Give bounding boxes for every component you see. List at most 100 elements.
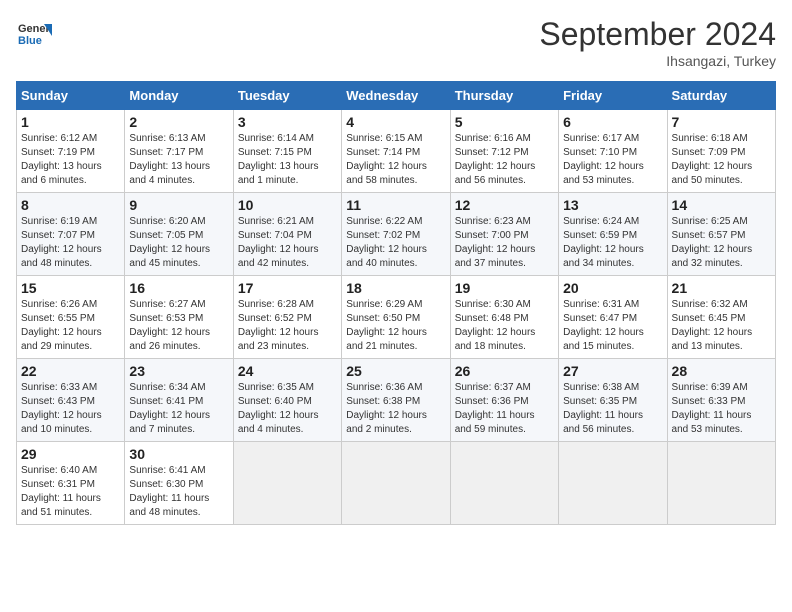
day-info: Sunrise: 6:23 AMSunset: 7:00 PMDaylight:… xyxy=(455,215,554,271)
calendar-week-row: 22 Sunrise: 6:33 AMSunset: 6:43 PMDayligh… xyxy=(17,359,776,442)
day-info: Sunrise: 6:30 AMSunset: 6:48 PMDaylight:… xyxy=(455,298,554,354)
day-number: 20 xyxy=(563,280,662,296)
day-number: 15 xyxy=(21,280,120,296)
day-info: Sunrise: 6:18 AMSunset: 7:09 PMDaylight:… xyxy=(672,132,771,188)
calendar-cell: 15 Sunrise: 6:26 AMSunset: 6:55 PMDayligh… xyxy=(17,276,125,359)
weekday-header-monday: Monday xyxy=(125,82,233,110)
day-number: 12 xyxy=(455,197,554,213)
calendar-cell: 6Sunrise: 6:17 AMSunset: 7:10 PMDaylight… xyxy=(559,110,667,193)
weekday-header-wednesday: Wednesday xyxy=(342,82,450,110)
calendar-cell: 30 Sunrise: 6:41 AMSunset: 6:30 PMDayligh… xyxy=(125,442,233,525)
day-info: Sunrise: 6:24 AMSunset: 6:59 PMDaylight:… xyxy=(563,215,662,271)
weekday-header-saturday: Saturday xyxy=(667,82,775,110)
day-number: 13 xyxy=(563,197,662,213)
day-info: Sunrise: 6:39 AMSunset: 6:33 PMDaylight:… xyxy=(672,381,771,437)
weekday-header-sunday: Sunday xyxy=(17,82,125,110)
day-number: 16 xyxy=(129,280,228,296)
calendar-cell: 22 Sunrise: 6:33 AMSunset: 6:43 PMDayligh… xyxy=(17,359,125,442)
calendar-week-row: 29 Sunrise: 6:40 AMSunset: 6:31 PMDayligh… xyxy=(17,442,776,525)
day-info: Sunrise: 6:38 AMSunset: 6:35 PMDaylight:… xyxy=(563,381,662,437)
day-info: Sunrise: 6:13 AMSunset: 7:17 PMDaylight:… xyxy=(129,132,228,188)
calendar-cell: 9Sunrise: 6:20 AMSunset: 7:05 PMDaylight… xyxy=(125,193,233,276)
logo: General Blue xyxy=(16,16,52,52)
calendar-cell: 18Sunrise: 6:29 AMSunset: 6:50 PMDayligh… xyxy=(342,276,450,359)
calendar-cell: 27Sunrise: 6:38 AMSunset: 6:35 PMDayligh… xyxy=(559,359,667,442)
calendar-cell: 10Sunrise: 6:21 AMSunset: 7:04 PMDayligh… xyxy=(233,193,341,276)
location-subtitle: Ihsangazi, Turkey xyxy=(539,53,776,69)
day-info: Sunrise: 6:33 AMSunset: 6:43 PMDaylight:… xyxy=(21,381,120,437)
calendar-cell: 5Sunrise: 6:16 AMSunset: 7:12 PMDaylight… xyxy=(450,110,558,193)
calendar-cell xyxy=(667,442,775,525)
day-info: Sunrise: 6:32 AMSunset: 6:45 PMDaylight:… xyxy=(672,298,771,354)
day-info: Sunrise: 6:14 AMSunset: 7:15 PMDaylight:… xyxy=(238,132,337,188)
calendar-cell: 12 Sunrise: 6:23 AMSunset: 7:00 PMDayligh… xyxy=(450,193,558,276)
day-number: 21 xyxy=(672,280,771,296)
day-info: Sunrise: 6:26 AMSunset: 6:55 PMDaylight:… xyxy=(21,298,120,354)
calendar-table: SundayMondayTuesdayWednesdayThursdayFrid… xyxy=(16,81,776,525)
day-info: Sunrise: 6:28 AMSunset: 6:52 PMDaylight:… xyxy=(238,298,337,354)
day-info: Sunrise: 6:17 AMSunset: 7:10 PMDaylight:… xyxy=(563,132,662,188)
calendar-cell: 3 Sunrise: 6:14 AMSunset: 7:15 PMDaylight… xyxy=(233,110,341,193)
calendar-cell xyxy=(450,442,558,525)
day-info: Sunrise: 6:36 AMSunset: 6:38 PMDaylight:… xyxy=(346,381,445,437)
page-header: General Blue September 2024 Ihsangazi, T… xyxy=(16,16,776,69)
calendar-cell xyxy=(559,442,667,525)
calendar-cell: 25 Sunrise: 6:36 AMSunset: 6:38 PMDayligh… xyxy=(342,359,450,442)
day-info: Sunrise: 6:41 AMSunset: 6:30 PMDaylight:… xyxy=(129,464,228,520)
calendar-cell: 16Sunrise: 6:27 AMSunset: 6:53 PMDayligh… xyxy=(125,276,233,359)
calendar-cell: 24 Sunrise: 6:35 AMSunset: 6:40 PMDayligh… xyxy=(233,359,341,442)
day-info: Sunrise: 6:34 AMSunset: 6:41 PMDaylight:… xyxy=(129,381,228,437)
day-number: 11 xyxy=(346,197,445,213)
day-info: Sunrise: 6:25 AMSunset: 6:57 PMDaylight:… xyxy=(672,215,771,271)
calendar-cell: 13 Sunrise: 6:24 AMSunset: 6:59 PMDayligh… xyxy=(559,193,667,276)
calendar-cell xyxy=(342,442,450,525)
day-number: 28 xyxy=(672,363,771,379)
calendar-cell: 7 Sunrise: 6:18 AMSunset: 7:09 PMDaylight… xyxy=(667,110,775,193)
calendar-cell: 29 Sunrise: 6:40 AMSunset: 6:31 PMDayligh… xyxy=(17,442,125,525)
weekday-header-row: SundayMondayTuesdayWednesdayThursdayFrid… xyxy=(17,82,776,110)
day-number: 8 xyxy=(21,197,120,213)
day-info: Sunrise: 6:22 AMSunset: 7:02 PMDaylight:… xyxy=(346,215,445,271)
day-info: Sunrise: 6:31 AMSunset: 6:47 PMDaylight:… xyxy=(563,298,662,354)
calendar-cell: 28 Sunrise: 6:39 AMSunset: 6:33 PMDayligh… xyxy=(667,359,775,442)
day-number: 10 xyxy=(238,197,337,213)
day-info: Sunrise: 6:37 AMSunset: 6:36 PMDaylight:… xyxy=(455,381,554,437)
day-number: 24 xyxy=(238,363,337,379)
day-number: 30 xyxy=(129,446,228,462)
calendar-cell: 19 Sunrise: 6:30 AMSunset: 6:48 PMDayligh… xyxy=(450,276,558,359)
day-info: Sunrise: 6:19 AMSunset: 7:07 PMDaylight:… xyxy=(21,215,120,271)
calendar-cell xyxy=(233,442,341,525)
day-number: 29 xyxy=(21,446,120,462)
calendar-cell: 21 Sunrise: 6:32 AMSunset: 6:45 PMDayligh… xyxy=(667,276,775,359)
day-info: Sunrise: 6:20 AMSunset: 7:05 PMDaylight:… xyxy=(129,215,228,271)
day-number: 22 xyxy=(21,363,120,379)
day-number: 4 xyxy=(346,114,445,130)
calendar-cell: 4Sunrise: 6:15 AMSunset: 7:14 PMDaylight… xyxy=(342,110,450,193)
weekday-header-friday: Friday xyxy=(559,82,667,110)
day-number: 3 xyxy=(238,114,337,130)
calendar-cell: 11 Sunrise: 6:22 AMSunset: 7:02 PMDayligh… xyxy=(342,193,450,276)
day-number: 26 xyxy=(455,363,554,379)
day-number: 23 xyxy=(129,363,228,379)
day-number: 25 xyxy=(346,363,445,379)
logo-icon: General Blue xyxy=(16,16,52,52)
title-block: September 2024 Ihsangazi, Turkey xyxy=(539,16,776,69)
calendar-cell: 14Sunrise: 6:25 AMSunset: 6:57 PMDayligh… xyxy=(667,193,775,276)
day-info: Sunrise: 6:16 AMSunset: 7:12 PMDaylight:… xyxy=(455,132,554,188)
calendar-cell: 20 Sunrise: 6:31 AMSunset: 6:47 PMDayligh… xyxy=(559,276,667,359)
day-number: 1 xyxy=(21,114,120,130)
month-title: September 2024 xyxy=(539,16,776,53)
day-info: Sunrise: 6:35 AMSunset: 6:40 PMDaylight:… xyxy=(238,381,337,437)
calendar-header: SundayMondayTuesdayWednesdayThursdayFrid… xyxy=(17,82,776,110)
calendar-cell: 8 Sunrise: 6:19 AMSunset: 7:07 PMDaylight… xyxy=(17,193,125,276)
calendar-week-row: 8 Sunrise: 6:19 AMSunset: 7:07 PMDaylight… xyxy=(17,193,776,276)
calendar-week-row: 1Sunrise: 6:12 AMSunset: 7:19 PMDaylight… xyxy=(17,110,776,193)
day-number: 19 xyxy=(455,280,554,296)
day-number: 7 xyxy=(672,114,771,130)
calendar-cell: 23 Sunrise: 6:34 AMSunset: 6:41 PMDayligh… xyxy=(125,359,233,442)
calendar-week-row: 15 Sunrise: 6:26 AMSunset: 6:55 PMDayligh… xyxy=(17,276,776,359)
weekday-header-tuesday: Tuesday xyxy=(233,82,341,110)
svg-text:Blue: Blue xyxy=(18,35,42,47)
day-info: Sunrise: 6:40 AMSunset: 6:31 PMDaylight:… xyxy=(21,464,120,520)
day-number: 2 xyxy=(129,114,228,130)
